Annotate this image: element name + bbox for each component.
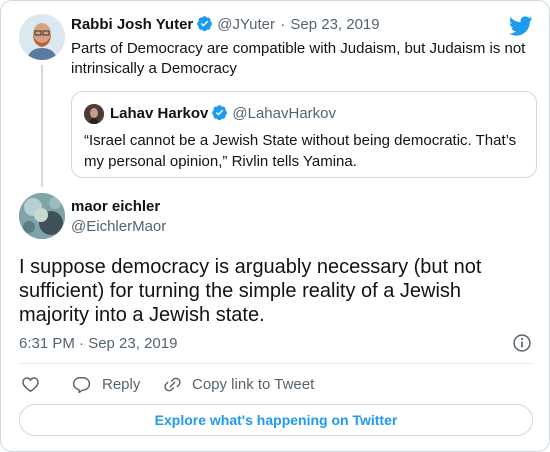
copy-link-label: Copy link to Tweet xyxy=(192,375,315,393)
thread-connector-line xyxy=(41,65,43,187)
explore-button-label: Explore what's happening on Twitter xyxy=(154,412,398,428)
link-icon xyxy=(164,377,181,391)
quote-avatar xyxy=(84,104,104,124)
parent-date[interactable]: Sep 23, 2019 xyxy=(290,16,379,33)
reply-label: Reply xyxy=(102,375,141,393)
quote-author-name: Lahav Harkov xyxy=(110,105,209,122)
like-button[interactable] xyxy=(21,374,40,394)
parent-tweet-text: Parts of Democracy are compatible with J… xyxy=(71,40,526,77)
copy-link-button[interactable]: Copy link to Tweet xyxy=(163,374,314,394)
twitter-bird-icon[interactable] xyxy=(509,14,533,38)
quoted-tweet[interactable]: Lahav Harkov @LahavHarkov “Israel cannot … xyxy=(71,91,537,178)
main-author-name[interactable]: maor eichler xyxy=(71,197,160,217)
parent-handle[interactable]: @JYuter xyxy=(217,16,275,33)
parent-tweet-header: Rabbi Josh Yuter @JYuter · Sep 23, 2019 xyxy=(71,15,380,35)
parent-author-name[interactable]: Rabbi Josh Yuter xyxy=(71,16,193,33)
tweet-timestamp[interactable]: 6:31 PM · Sep 23, 2019 xyxy=(19,334,177,354)
avatar-photo-icon xyxy=(84,104,104,124)
quote-header: Lahav Harkov @LahavHarkov xyxy=(110,104,336,124)
separator-dot: · xyxy=(280,16,286,33)
quote-text: “Israel cannot be a Jewish State without… xyxy=(84,132,517,170)
info-icon[interactable] xyxy=(512,333,532,353)
explore-twitter-button[interactable]: Explore what's happening on Twitter xyxy=(19,404,533,436)
avatar[interactable] xyxy=(19,193,65,239)
divider xyxy=(19,363,533,364)
verified-badge-icon xyxy=(197,16,213,32)
embedded-tweet-card: Rabbi Josh Yuter @JYuter · Sep 23, 2019 P… xyxy=(0,0,550,452)
reply-bubble-icon xyxy=(72,376,91,393)
avatar-photo-icon xyxy=(19,14,65,60)
reply-button[interactable]: Reply xyxy=(72,374,140,394)
main-tweet-text: I suppose democracy is arguably necessar… xyxy=(19,256,482,326)
avatar[interactable] xyxy=(19,14,65,60)
main-author-handle[interactable]: @EichlerMaor xyxy=(71,217,166,237)
verified-badge-icon xyxy=(212,105,228,121)
avatar-photo-icon xyxy=(19,193,65,239)
heart-icon xyxy=(22,376,39,392)
quote-handle: @LahavHarkov xyxy=(232,105,336,122)
